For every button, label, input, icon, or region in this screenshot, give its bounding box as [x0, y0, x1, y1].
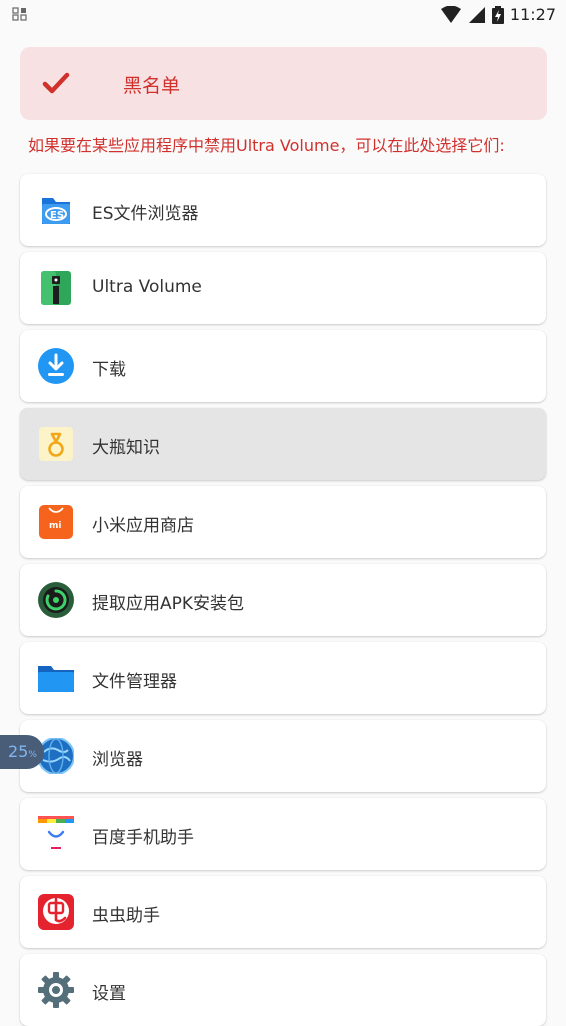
baidu-assistant-icon: [38, 816, 74, 849]
dapin-knowledge-icon: [39, 427, 73, 461]
app-item-browser[interactable]: 浏览器: [20, 720, 546, 792]
badge-unit: %: [28, 750, 37, 760]
app-item-settings[interactable]: 设置: [20, 954, 546, 1026]
status-time: 11:27: [509, 5, 556, 24]
app-item-baidu-assistant[interactable]: 百度手机助手: [20, 798, 546, 870]
app-item-apk-extractor[interactable]: 提取应用APK安装包: [20, 564, 546, 636]
battery-charging-icon: [491, 5, 504, 24]
wifi-icon: [440, 5, 461, 23]
app-item-label: 文件管理器: [92, 672, 177, 692]
blacklist-hint: 如果要在某些应用程序中禁用Ultra Volume，可以在此处选择它们:: [28, 136, 505, 155]
app-item-label: 设置: [92, 984, 126, 1004]
folder-icon: [38, 666, 74, 692]
app-item-dapin-knowledge[interactable]: 大瓶知识: [20, 408, 546, 480]
ultra-volume-icon: [41, 271, 71, 305]
mi-store-icon: mi: [39, 505, 73, 539]
app-item-label: ES文件浏览器: [92, 204, 199, 224]
app-item-chongchong[interactable]: 虫虫助手: [20, 876, 546, 948]
app-item-file-manager[interactable]: 文件管理器: [20, 642, 546, 714]
gear-icon: [38, 972, 74, 1008]
download-icon: [38, 348, 74, 384]
badge-value: 25: [8, 742, 29, 761]
chongchong-icon: [38, 894, 74, 930]
app-item-label: 百度手机助手: [92, 828, 194, 848]
check-icon: [42, 72, 70, 94]
blacklist-banner: 黑名单: [20, 47, 547, 120]
app-item-download[interactable]: 下载: [20, 330, 546, 402]
banner-title: 黑名单: [123, 75, 181, 97]
notification-app-icon: [12, 7, 27, 21]
app-item-label: 提取应用APK安装包: [92, 594, 245, 614]
app-item-label: 浏览器: [92, 750, 143, 770]
app-item-label: 下载: [92, 360, 126, 380]
app-item-label: 虫虫助手: [92, 906, 160, 926]
app-item-label: Ultra Volume: [92, 277, 202, 297]
apk-extract-icon: [38, 582, 74, 618]
app-item-ultra-volume[interactable]: Ultra Volume: [20, 252, 546, 324]
floating-volume-badge[interactable]: 25%: [0, 735, 44, 769]
app-item-mi-store[interactable]: mi 小米应用商店: [20, 486, 546, 558]
cell-signal-icon: [468, 6, 485, 23]
es-file-explorer-icon: ES: [42, 198, 70, 224]
app-item-es-file-explorer[interactable]: ES ES文件浏览器: [20, 174, 546, 246]
app-item-label: 大瓶知识: [92, 438, 160, 458]
svg-text:mi: mi: [49, 521, 61, 531]
status-bar: 11:27: [0, 0, 566, 30]
app-item-label: 小米应用商店: [92, 516, 194, 536]
svg-text:ES: ES: [50, 210, 64, 221]
